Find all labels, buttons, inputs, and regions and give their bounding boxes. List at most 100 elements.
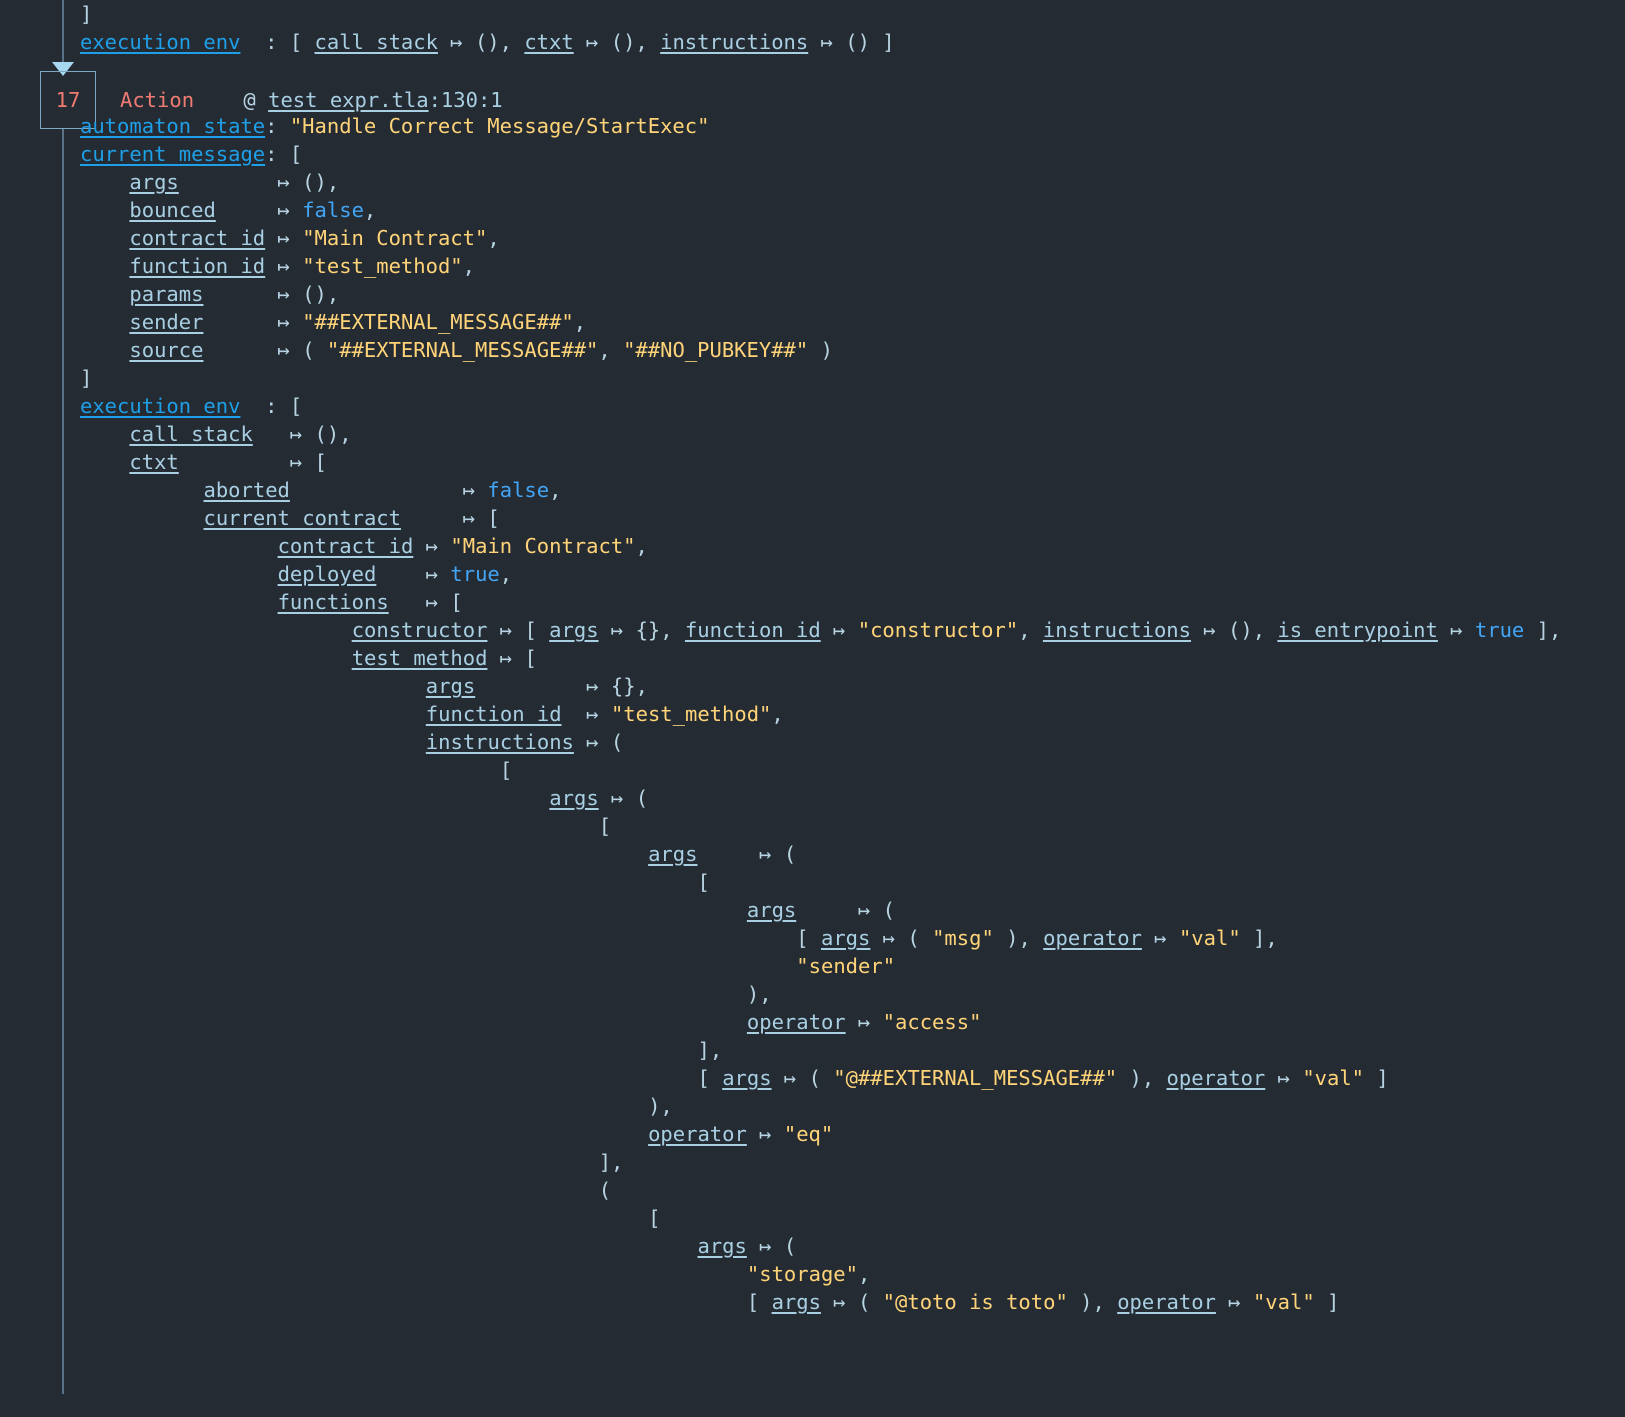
string-value: "val" — [1302, 1066, 1365, 1090]
state-line: [ — [0, 868, 1625, 896]
record-field-key[interactable]: bounced — [129, 198, 215, 222]
record-field-key[interactable]: constructor — [352, 618, 488, 642]
state-line: function_id ↦ "test_method", — [0, 700, 1625, 728]
record-field-key[interactable]: function_id — [426, 702, 562, 726]
boolean-value: false — [487, 478, 550, 502]
record-field-key[interactable]: source — [129, 338, 203, 362]
record-field-key[interactable]: instructions — [660, 30, 808, 54]
punctuation: ↦ {}, — [475, 674, 648, 698]
record-field-key[interactable]: args — [648, 842, 697, 866]
punctuation: ↦ (), — [1191, 618, 1278, 642]
punctuation: , — [499, 562, 513, 586]
punctuation: ↦ ( — [697, 842, 797, 866]
state-line: call_stack ↦ (), — [0, 420, 1625, 448]
record-field-key[interactable]: contract_id — [278, 534, 414, 558]
string-value: "Handle Correct Message/StartExec" — [289, 114, 710, 138]
punctuation: ↦ — [845, 1010, 883, 1034]
record-field-key[interactable]: operator — [747, 1010, 846, 1034]
action-header[interactable]: Action @ test_expr.tla:130:1 — [0, 86, 503, 114]
record-field-key[interactable]: instructions — [426, 730, 574, 754]
punctuation: , — [857, 1262, 871, 1286]
string-value: "eq" — [783, 1122, 834, 1146]
record-field-key[interactable]: operator — [648, 1122, 747, 1146]
punctuation: ↦ — [1437, 618, 1475, 642]
record-field-key[interactable]: call_stack — [129, 422, 252, 446]
punctuation: ), — [1117, 1066, 1167, 1090]
state-variable-key[interactable]: current_message — [80, 142, 265, 166]
state-line: args ↦ ( — [0, 1232, 1625, 1260]
punctuation: ↦ — [376, 562, 451, 586]
string-value: "@##EXTERNAL_MESSAGE##" — [833, 1066, 1118, 1090]
record-field-key[interactable]: call_stack — [315, 30, 438, 54]
state-line: "storage", — [0, 1260, 1625, 1288]
state-line: source ↦ ( "##EXTERNAL_MESSAGE##", "##NO… — [0, 336, 1625, 364]
state-line: args ↦ {}, — [0, 672, 1625, 700]
record-field-key[interactable]: args — [747, 898, 796, 922]
state-line: [ — [0, 756, 1625, 784]
record-field-key[interactable]: function_id — [129, 254, 265, 278]
string-value: "storage" — [746, 1262, 858, 1286]
record-field-key[interactable]: function_id — [685, 618, 821, 642]
string-value: "test_method" — [302, 254, 463, 278]
record-field-key[interactable]: deployed — [278, 562, 377, 586]
punctuation: ↦ — [215, 198, 303, 222]
state-line: ), — [0, 1092, 1625, 1120]
punctuation: ↦ () ] — [808, 30, 895, 54]
punctuation: ↦ [ — [487, 646, 537, 670]
record-field-key[interactable]: args — [722, 1066, 771, 1090]
state-line: [ args ↦ ( "msg" ), operator ↦ "val" ], — [0, 924, 1625, 952]
state-variable-key[interactable]: automaton_state — [80, 114, 265, 138]
state-line: args ↦ ( — [0, 896, 1625, 924]
punctuation: , — [549, 478, 562, 502]
record-field-key[interactable]: operator — [1043, 926, 1142, 950]
record-field-key[interactable]: instructions — [1043, 618, 1191, 642]
boolean-value: false — [302, 198, 364, 222]
source-file-link[interactable]: test_expr.tla — [268, 88, 428, 112]
record-field-key[interactable]: ctxt — [129, 450, 178, 474]
string-value: "sender" — [796, 954, 896, 978]
punctuation: , — [635, 534, 648, 558]
boolean-value: true — [1474, 618, 1525, 642]
state-line: ( — [0, 1176, 1625, 1204]
string-value: "constructor" — [857, 618, 1019, 642]
punctuation: ↦ [ — [388, 590, 463, 614]
state-line: args ↦ (), — [0, 168, 1625, 196]
state-line: [ args ↦ ( "@##EXTERNAL_MESSAGE##" ), op… — [0, 1064, 1625, 1092]
state-line: aborted ↦ false, — [0, 476, 1625, 504]
record-field-key[interactable]: ctxt — [524, 30, 573, 54]
state-variable-key[interactable]: execution_env — [80, 394, 240, 418]
record-field-key[interactable]: args — [698, 1234, 747, 1258]
state-line: current_contract ↦ [ — [0, 504, 1625, 532]
record-field-key[interactable]: args — [129, 170, 178, 194]
punctuation: ↦ ( — [598, 786, 649, 810]
record-field-key[interactable]: contract_id — [129, 226, 265, 250]
record-field-key[interactable]: args — [549, 786, 598, 810]
punctuation: [ — [648, 1206, 661, 1230]
record-field-key[interactable]: functions — [278, 590, 389, 614]
state-line: ] — [0, 364, 1625, 392]
record-field-key[interactable]: operator — [1167, 1066, 1266, 1090]
punctuation: , — [1018, 618, 1043, 642]
record-field-key[interactable]: is_entrypoint — [1277, 618, 1437, 642]
record-field-key[interactable]: test_method — [352, 646, 488, 670]
record-field-key[interactable]: args — [426, 674, 475, 698]
record-field-key[interactable]: operator — [1117, 1290, 1216, 1314]
record-field-key[interactable]: args — [772, 1290, 821, 1314]
punctuation: ] — [1364, 1066, 1389, 1090]
record-field-key[interactable]: aborted — [204, 478, 290, 502]
punctuation: [ — [796, 926, 821, 950]
state-line: args ↦ ( — [0, 784, 1625, 812]
punctuation: ↦ [ — [400, 506, 500, 530]
record-field-key[interactable]: current_contract — [204, 506, 401, 530]
state-variable-key[interactable]: execution_env — [80, 30, 240, 54]
punctuation: ] — [1314, 1290, 1340, 1314]
record-field-key[interactable]: sender — [129, 310, 203, 334]
state-dump: ] execution_env : [ call_stack ↦ (), ctxt… — [0, 0, 1625, 1316]
punctuation: ↦ — [1265, 1066, 1303, 1090]
record-field-key[interactable]: params — [129, 282, 203, 306]
record-field-key[interactable]: args — [821, 926, 870, 950]
punctuation: , — [363, 198, 377, 222]
string-value: "@toto is toto" — [882, 1290, 1068, 1314]
punctuation: ↦ — [265, 226, 303, 250]
record-field-key[interactable]: args — [549, 618, 598, 642]
